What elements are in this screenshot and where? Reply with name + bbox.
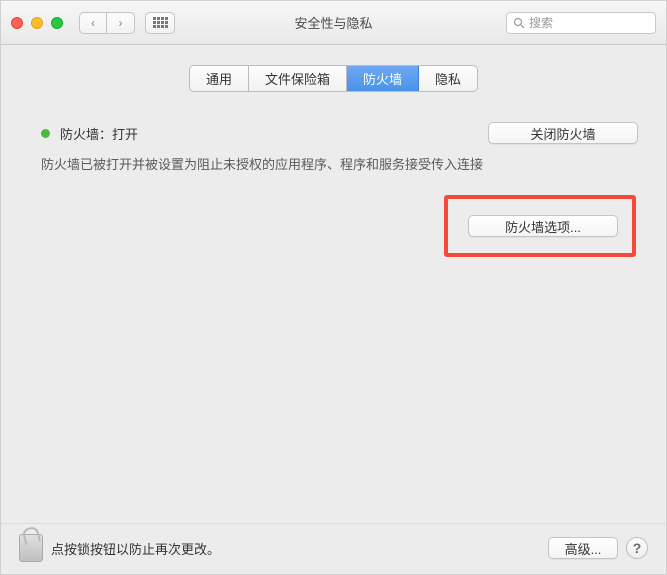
search-icon bbox=[513, 17, 525, 29]
lock-help-text: 点按锁按钮以防止再次更改。 bbox=[51, 539, 220, 558]
tab-filevault[interactable]: 文件保险箱 bbox=[249, 66, 347, 91]
titlebar: ‹ › 安全性与隐私 搜索 bbox=[1, 1, 666, 45]
preferences-window: ‹ › 安全性与隐私 搜索 通用 文件保险箱 防火墙 隐私 防火墙：打开 bbox=[0, 0, 667, 575]
advanced-row: 高级... ? bbox=[548, 537, 648, 559]
firewall-status-row: 防火墙：打开 关闭防火墙 bbox=[29, 122, 638, 144]
tab-privacy[interactable]: 隐私 bbox=[419, 66, 477, 91]
firewall-description: 防火墙已被打开并被设置为阻止未授权的应用程序、程序和服务接受传入连接 bbox=[29, 154, 638, 173]
search-input[interactable]: 搜索 bbox=[506, 12, 656, 34]
tabs-wrap: 通用 文件保险箱 防火墙 隐私 bbox=[1, 65, 666, 92]
forward-button[interactable]: › bbox=[107, 12, 135, 34]
firewall-status-label: 防火墙：打开 bbox=[60, 124, 138, 143]
firewall-status: 防火墙：打开 bbox=[29, 124, 138, 143]
options-row: 防火墙选项... bbox=[29, 195, 638, 257]
segmented-control: 通用 文件保险箱 防火墙 隐私 bbox=[189, 65, 478, 92]
close-window-button[interactable] bbox=[11, 17, 23, 29]
nav-buttons: ‹ › bbox=[79, 12, 135, 34]
status-indicator-icon bbox=[41, 129, 50, 138]
search-placeholder: 搜索 bbox=[529, 14, 553, 31]
grid-icon bbox=[153, 17, 168, 28]
content-area: 通用 文件保险箱 防火墙 隐私 防火墙：打开 关闭防火墙 防火墙已被打开并被设置… bbox=[1, 45, 666, 574]
window-controls bbox=[11, 17, 63, 29]
firewall-options-button[interactable]: 防火墙选项... bbox=[468, 215, 618, 237]
lock-icon[interactable] bbox=[19, 534, 43, 562]
lock-row: 点按锁按钮以防止再次更改。 bbox=[19, 534, 540, 562]
show-all-button[interactable] bbox=[145, 12, 175, 34]
tab-firewall[interactable]: 防火墙 bbox=[347, 66, 419, 91]
minimize-window-button[interactable] bbox=[31, 17, 43, 29]
highlight-box: 防火墙选项... bbox=[444, 195, 636, 257]
back-button[interactable]: ‹ bbox=[79, 12, 107, 34]
help-button[interactable]: ? bbox=[626, 537, 648, 559]
firewall-pane: 防火墙：打开 关闭防火墙 防火墙已被打开并被设置为阻止未授权的应用程序、程序和服… bbox=[1, 110, 666, 269]
maximize-window-button[interactable] bbox=[51, 17, 63, 29]
advanced-button[interactable]: 高级... bbox=[548, 537, 618, 559]
footer: 点按锁按钮以防止再次更改。 高级... ? bbox=[1, 523, 666, 574]
close-firewall-button[interactable]: 关闭防火墙 bbox=[488, 122, 638, 144]
window-title: 安全性与隐私 bbox=[294, 13, 372, 32]
tab-general[interactable]: 通用 bbox=[190, 66, 249, 91]
